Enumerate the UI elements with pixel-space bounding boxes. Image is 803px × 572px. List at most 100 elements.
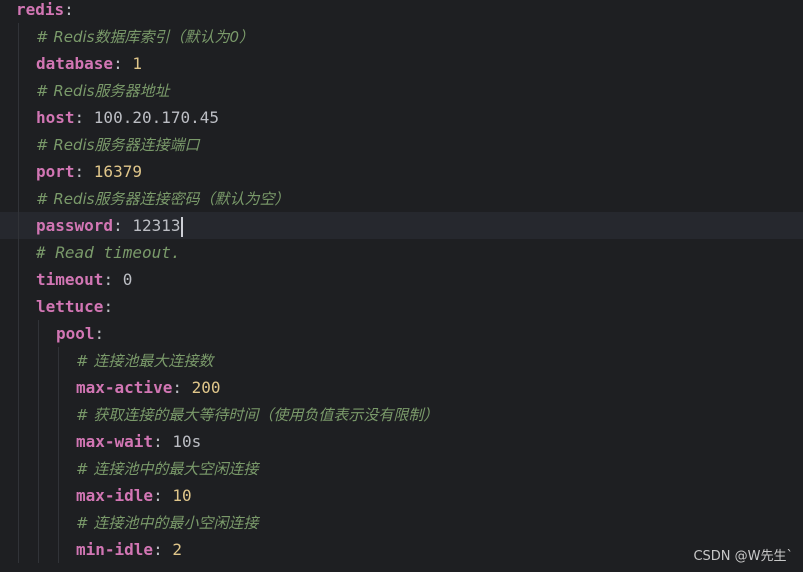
code-line[interactable]: max-idle: 10 <box>0 482 803 509</box>
code-line[interactable]: # 连接池中的最大空闲连接 <box>0 455 803 482</box>
code-line[interactable]: max-active: 200 <box>0 374 803 401</box>
indent-guide <box>58 428 59 455</box>
code-line[interactable]: # Redis数据库索引（默认为0） <box>0 23 803 50</box>
line-content: host: 100.20.170.45 <box>36 104 219 131</box>
code-line[interactable]: port: 16379 <box>0 158 803 185</box>
code-line[interactable]: # 获取连接的最大等待时间（使用负值表示没有限制） <box>0 401 803 428</box>
indent-guide <box>38 455 39 482</box>
line-content: max-wait: 10s <box>76 428 201 455</box>
indent-guide <box>58 455 59 482</box>
yaml-key: database <box>36 54 114 73</box>
code-line[interactable]: max-wait: 10s <box>0 428 803 455</box>
yaml-separator: : <box>113 54 133 73</box>
code-line[interactable]: min-idle: 2 <box>0 536 803 563</box>
indent-guide <box>38 536 39 563</box>
code-line[interactable]: password: 12313 <box>0 212 803 239</box>
indent-guide <box>38 509 39 536</box>
yaml-value: 2 <box>172 540 182 559</box>
line-content: min-idle: 2 <box>76 536 182 563</box>
code-line[interactable]: database: 1 <box>0 50 803 77</box>
line-content: # Redis服务器连接端口 <box>36 131 200 159</box>
yaml-key: port <box>36 162 75 181</box>
yaml-separator: : <box>113 216 133 235</box>
line-content: # Redis服务器地址 <box>36 77 170 105</box>
indent-guide <box>18 23 19 50</box>
yaml-key: pool <box>56 324 95 343</box>
yaml-separator: : <box>64 0 74 19</box>
yaml-comment: # Redis服务器地址 <box>36 82 170 100</box>
indent-guide <box>18 185 19 212</box>
yaml-comment: # Redis服务器连接端口 <box>36 136 200 154</box>
code-line[interactable]: timeout: 0 <box>0 266 803 293</box>
indent-guide <box>18 509 19 536</box>
yaml-separator: : <box>103 297 114 316</box>
yaml-key: lettuce <box>36 297 104 316</box>
line-content: # 连接池中的最大空闲连接 <box>76 455 258 483</box>
indent-guide <box>38 482 39 509</box>
indent-guide <box>18 320 19 347</box>
indent-guide <box>18 401 19 428</box>
line-content: redis: <box>16 0 74 23</box>
yaml-separator: : <box>74 162 94 181</box>
code-line[interactable]: # Redis服务器连接密码（默认为空） <box>0 185 803 212</box>
indent-guide <box>38 320 39 347</box>
yaml-value: 1 <box>132 54 142 73</box>
code-line[interactable]: # Redis服务器地址 <box>0 77 803 104</box>
yaml-comment: # 连接池中的最小空闲连接 <box>76 514 259 532</box>
yaml-key: max-active <box>76 378 173 397</box>
indent-guide <box>18 77 19 104</box>
indent-guide <box>18 239 19 266</box>
indent-guide <box>18 266 19 293</box>
indent-guide <box>38 401 39 428</box>
yaml-value: 10s <box>172 432 202 451</box>
yaml-separator: : <box>153 432 173 451</box>
line-content: max-idle: 10 <box>76 482 192 509</box>
indent-guide <box>18 50 19 77</box>
yaml-comment: # 连接池最大连接数 <box>76 352 214 370</box>
yaml-separator: : <box>172 378 192 397</box>
yaml-separator: : <box>153 540 173 559</box>
code-line[interactable]: host: 100.20.170.45 <box>0 104 803 131</box>
yaml-value: 100.20.170.45 <box>93 108 220 127</box>
line-content: # 获取连接的最大等待时间（使用负值表示没有限制） <box>76 401 438 429</box>
indent-guide <box>58 482 59 509</box>
yaml-value: 12313 <box>132 216 181 235</box>
yaml-key: max-wait <box>76 432 154 451</box>
indent-guide <box>38 347 39 374</box>
code-line[interactable]: # Read timeout. <box>0 239 803 266</box>
yaml-comment: # Read timeout. <box>36 243 181 262</box>
yaml-value: 10 <box>172 486 192 505</box>
yaml-key: redis <box>16 0 65 19</box>
indent-guide <box>38 428 39 455</box>
yaml-separator: : <box>103 270 123 289</box>
line-content: pool: <box>56 320 104 347</box>
code-editor[interactable]: redis: # Redis数据库索引（默认为0） database: 1 # Red… <box>0 0 803 572</box>
line-content: # Redis服务器连接密码（默认为空） <box>36 185 290 213</box>
yaml-separator: : <box>94 324 105 343</box>
code-line[interactable]: # 连接池最大连接数 <box>0 347 803 374</box>
code-line[interactable]: # Redis服务器连接端口 <box>0 131 803 158</box>
indent-guide <box>18 293 19 320</box>
line-content: password: 12313 <box>36 212 183 239</box>
line-content: port: 16379 <box>36 158 142 185</box>
indent-guide <box>58 536 59 563</box>
code-line[interactable]: pool: <box>0 320 803 347</box>
indent-guide <box>18 482 19 509</box>
yaml-separator: : <box>153 486 173 505</box>
code-line[interactable]: # 连接池中的最小空闲连接 <box>0 509 803 536</box>
line-content: # 连接池中的最小空闲连接 <box>76 509 258 537</box>
code-line[interactable]: lettuce: <box>0 293 803 320</box>
yaml-key: timeout <box>36 270 104 289</box>
yaml-comment: # 获取连接的最大等待时间（使用负值表示没有限制） <box>76 406 439 424</box>
yaml-key: min-idle <box>76 540 154 559</box>
code-line[interactable]: redis: <box>0 0 803 23</box>
yaml-value: 0 <box>122 270 133 289</box>
line-content: database: 1 <box>36 50 142 77</box>
yaml-value: 200 <box>191 378 221 397</box>
indent-guide <box>58 347 59 374</box>
yaml-value: 16379 <box>93 162 142 181</box>
line-content: lettuce: <box>36 293 113 320</box>
csdn-watermark: CSDN @W先生` <box>693 549 793 564</box>
indent-guide <box>18 455 19 482</box>
line-content: # Read timeout. <box>36 239 181 266</box>
